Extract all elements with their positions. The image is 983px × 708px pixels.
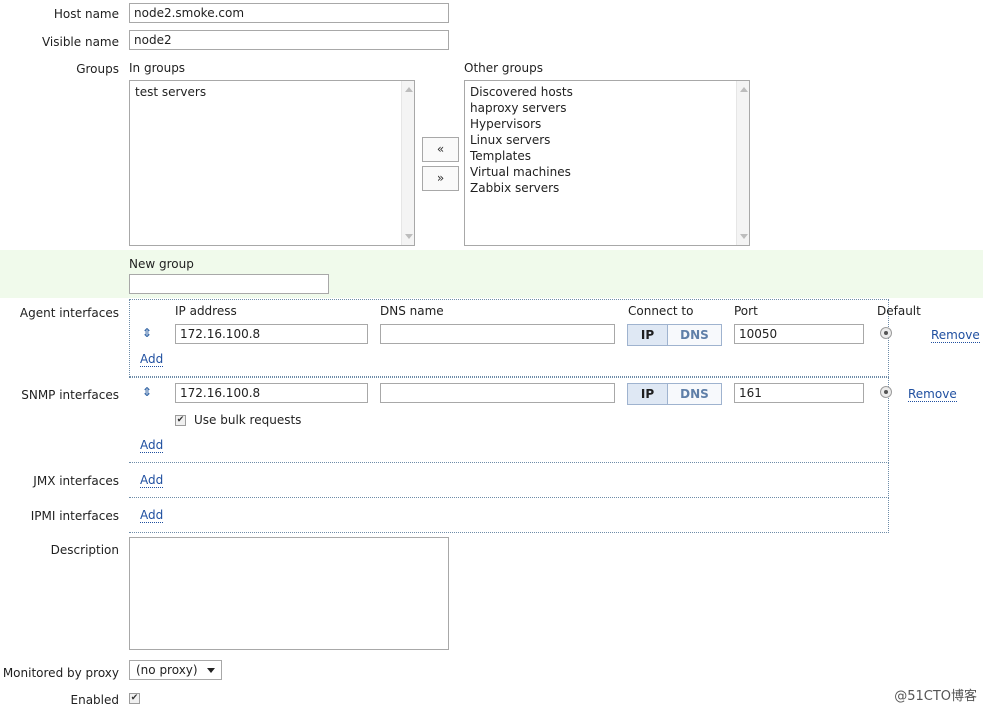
checkmark-icon: ✔	[176, 415, 185, 425]
list-item[interactable]: Zabbix servers	[470, 180, 744, 196]
snmp-port-input[interactable]	[734, 383, 864, 403]
ip-address-column-header: IP address	[175, 304, 237, 318]
default-column-header: Default	[877, 304, 921, 318]
agent-remove-link[interactable]: Remove	[931, 328, 980, 343]
connect-to-column-header: Connect to	[628, 304, 694, 318]
jmx-add-link[interactable]: Add	[140, 473, 164, 488]
scroll-down-icon[interactable]	[740, 234, 748, 239]
agent-ip-input[interactable]	[175, 324, 368, 344]
proxy-label: Monitored by proxy	[2, 666, 119, 680]
agent-dns-input[interactable]	[380, 324, 615, 344]
snmp-connect-toggle[interactable]: IP DNS	[627, 383, 722, 405]
proxy-select[interactable]: (no proxy)	[129, 660, 222, 680]
ipmi-interfaces-label: IPMI interfaces	[30, 509, 119, 523]
drag-handle-icon[interactable]: ⇕	[142, 386, 152, 398]
proxy-select-value: (no proxy)	[136, 663, 198, 677]
list-item[interactable]: haproxy servers	[470, 100, 744, 116]
list-item[interactable]: Linux servers	[470, 132, 744, 148]
description-label: Description	[50, 543, 119, 557]
ipmi-interfaces-box	[129, 497, 889, 533]
new-group-label: New group	[129, 257, 194, 271]
enabled-checkbox[interactable]: ✔	[129, 693, 140, 704]
watermark: @51CTO博客	[894, 689, 977, 704]
new-group-input[interactable]	[129, 274, 329, 294]
snmp-remove-link[interactable]: Remove	[908, 387, 957, 402]
groups-label: Groups	[76, 62, 119, 76]
snmp-dns-input[interactable]	[380, 383, 615, 403]
other-groups-heading: Other groups	[464, 61, 543, 75]
move-left-button[interactable]: «	[422, 137, 459, 162]
visible-name-label: Visible name	[41, 35, 119, 49]
in-groups-heading: In groups	[129, 61, 186, 75]
drag-handle-icon[interactable]: ⇕	[142, 327, 152, 339]
scroll-up-icon[interactable]	[740, 87, 748, 92]
snmp-add-link[interactable]: Add	[140, 438, 164, 453]
scrollbar[interactable]	[736, 81, 749, 245]
list-item[interactable]: Templates	[470, 148, 744, 164]
snmp-default-radio[interactable]	[880, 386, 892, 398]
connect-dns-button[interactable]: DNS	[668, 325, 721, 345]
agent-port-input[interactable]	[734, 324, 864, 344]
enabled-label: Enabled	[70, 693, 120, 707]
connect-dns-button[interactable]: DNS	[668, 384, 721, 404]
host-name-label: Host name	[53, 7, 119, 21]
use-bulk-checkbox[interactable]: ✔	[175, 415, 186, 426]
ipmi-add-link[interactable]: Add	[140, 508, 164, 523]
agent-connect-toggle[interactable]: IP DNS	[627, 324, 722, 346]
chevron-down-icon	[207, 668, 215, 673]
list-item[interactable]: test servers	[135, 84, 409, 100]
dns-name-column-header: DNS name	[380, 304, 444, 318]
agent-add-link[interactable]: Add	[140, 352, 164, 367]
scroll-up-icon[interactable]	[405, 87, 413, 92]
host-name-input[interactable]	[129, 3, 449, 23]
list-item[interactable]: Virtual machines	[470, 164, 744, 180]
in-groups-listbox[interactable]: test servers	[129, 80, 415, 246]
visible-name-input[interactable]	[129, 30, 449, 50]
use-bulk-label: Use bulk requests	[194, 413, 302, 427]
port-column-header: Port	[734, 304, 758, 318]
agent-default-radio[interactable]	[880, 327, 892, 339]
scrollbar[interactable]	[401, 81, 414, 245]
list-item[interactable]: Discovered hosts	[470, 84, 744, 100]
description-textarea[interactable]	[129, 537, 449, 650]
checkmark-icon: ✔	[130, 693, 139, 703]
connect-ip-button[interactable]: IP	[628, 325, 668, 345]
snmp-interfaces-label: SNMP interfaces	[21, 388, 119, 402]
jmx-interfaces-label: JMX interfaces	[33, 474, 119, 488]
list-item[interactable]: Hypervisors	[470, 116, 744, 132]
agent-interfaces-label: Agent interfaces	[19, 306, 119, 320]
jmx-interfaces-box	[129, 462, 889, 498]
move-right-button[interactable]: »	[422, 166, 459, 191]
scroll-down-icon[interactable]	[405, 234, 413, 239]
connect-ip-button[interactable]: IP	[628, 384, 668, 404]
other-groups-listbox[interactable]: Discovered hosts haproxy servers Hypervi…	[464, 80, 750, 246]
snmp-ip-input[interactable]	[175, 383, 368, 403]
